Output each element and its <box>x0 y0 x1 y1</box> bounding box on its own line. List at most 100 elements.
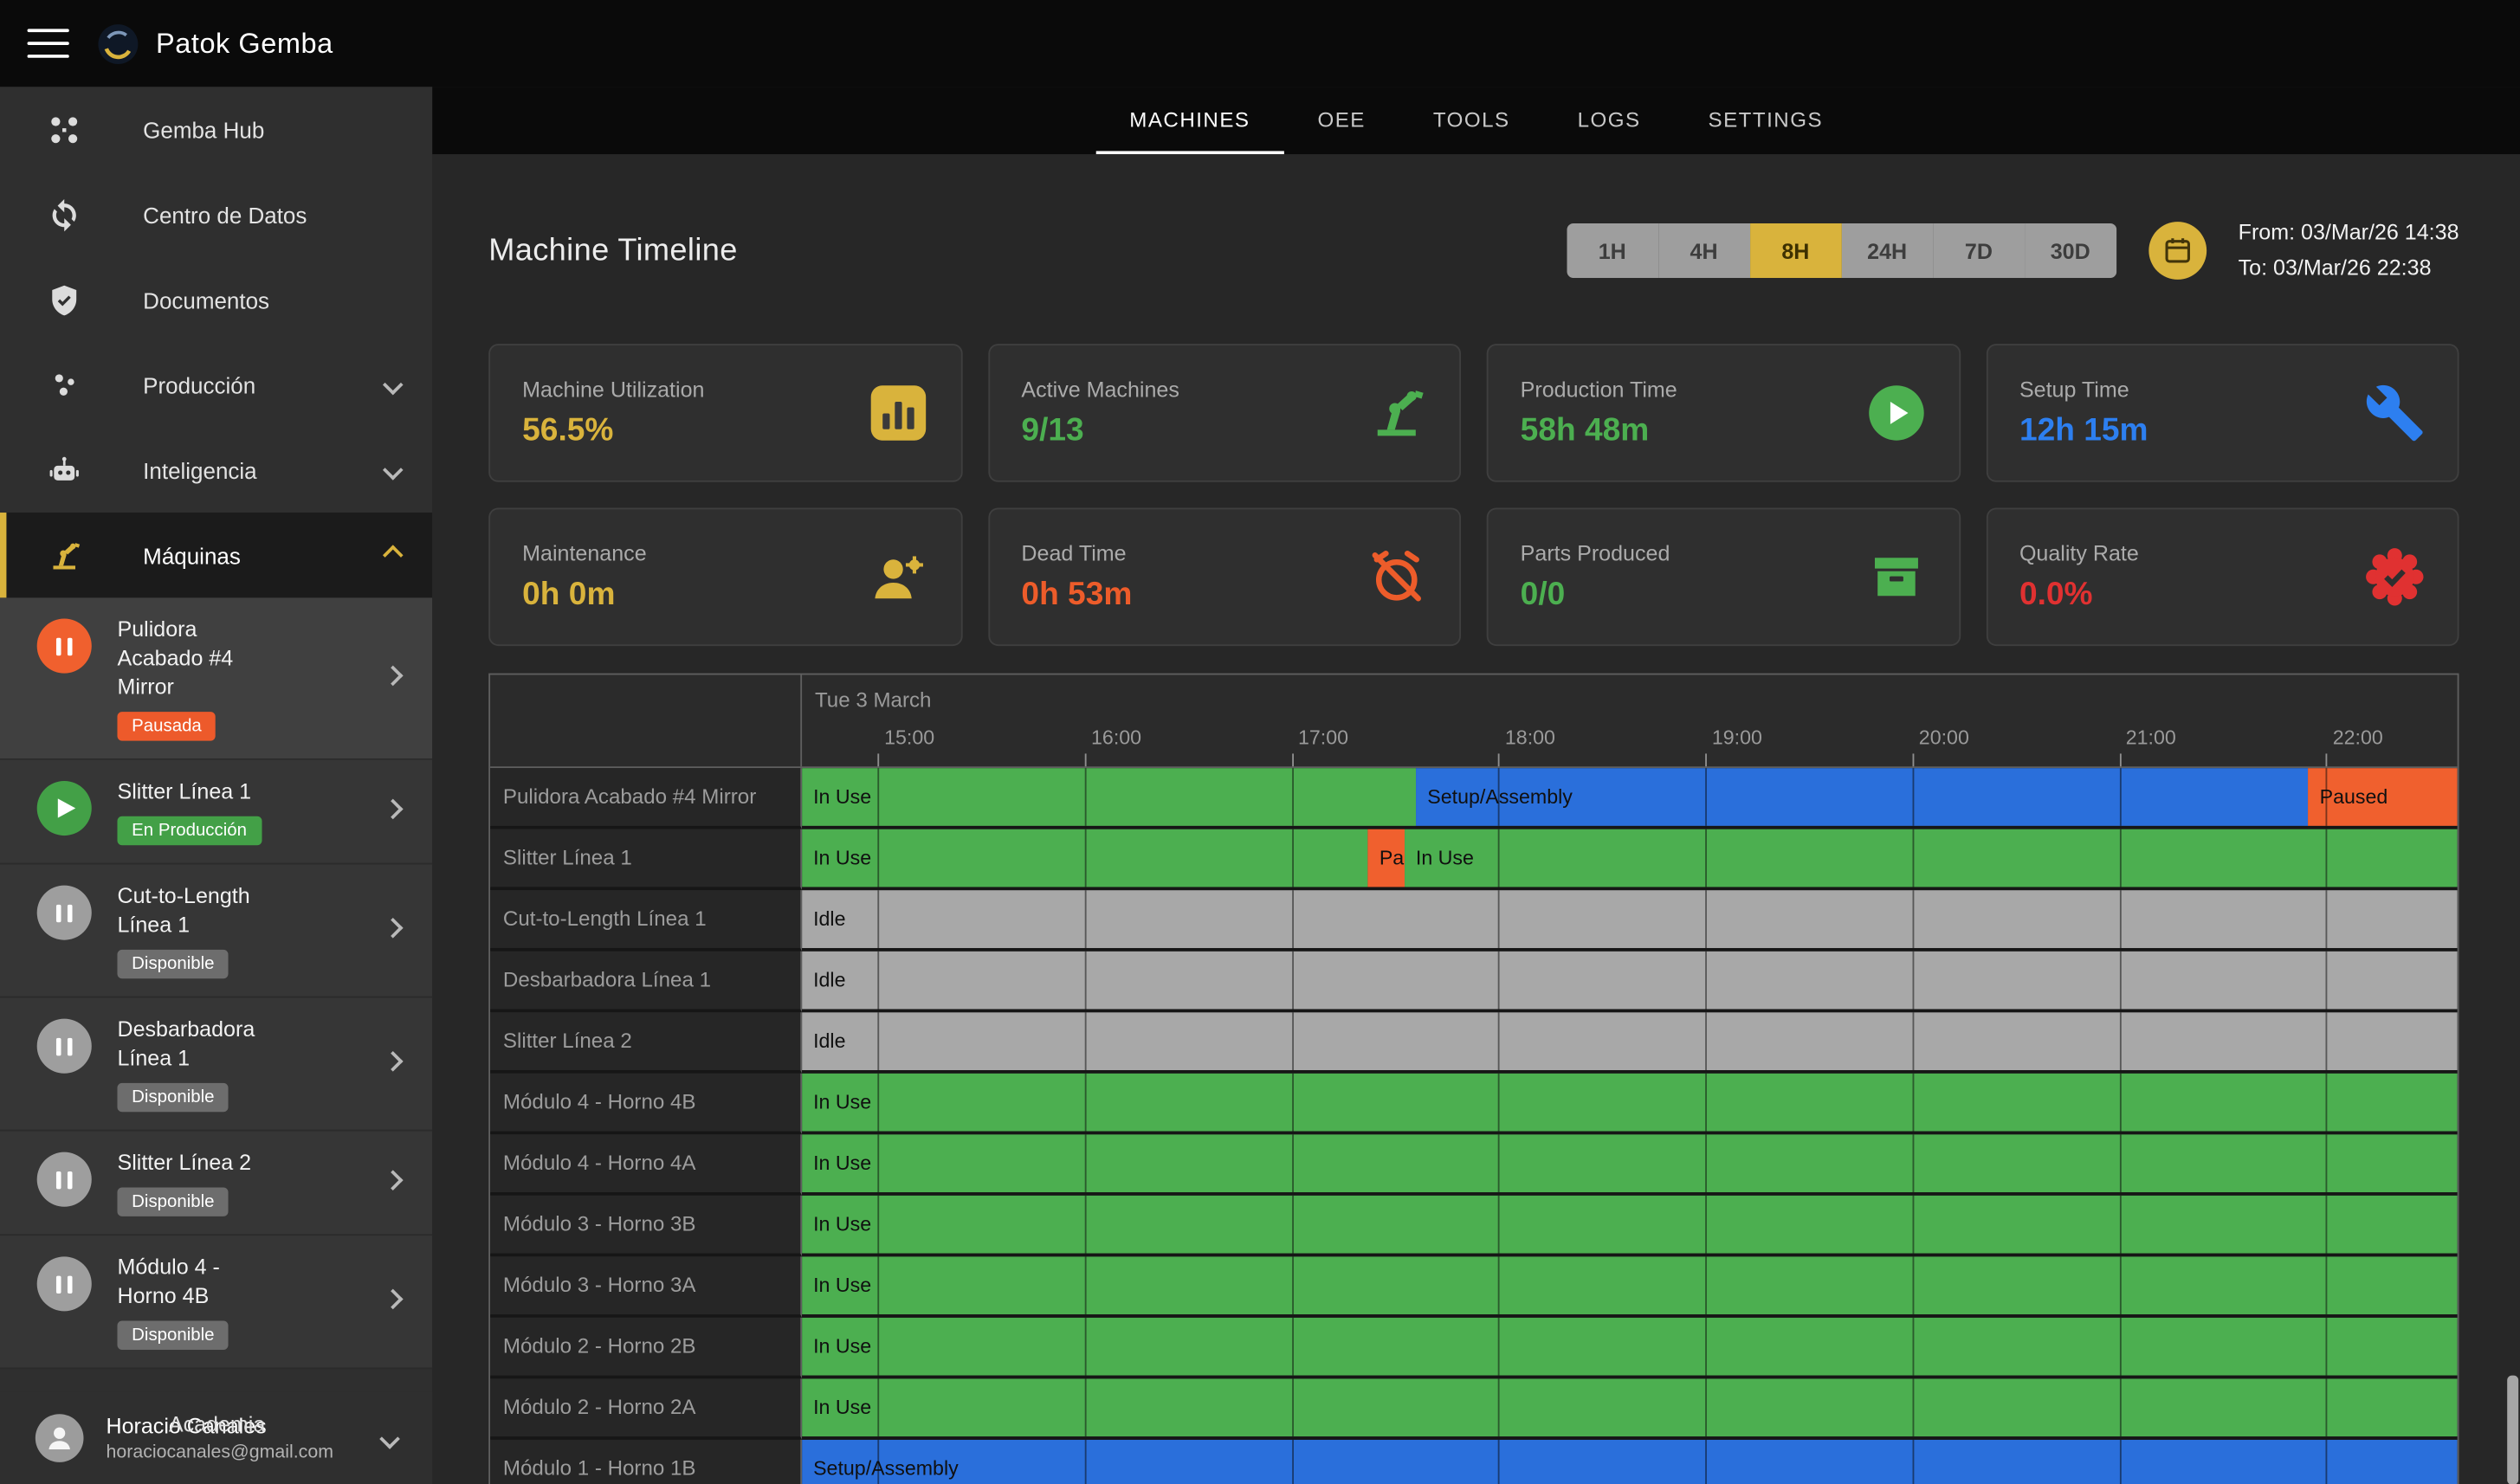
tab-settings[interactable]: SETTINGS <box>1675 87 1857 154</box>
range-button-8h[interactable]: 8H <box>1749 223 1841 278</box>
segment-paused[interactable]: Paused <box>2309 768 2458 826</box>
segment-idle[interactable]: Idle <box>802 952 2458 1010</box>
segment-label: Idle <box>802 952 2458 1010</box>
pause-circle-icon <box>37 1256 92 1311</box>
kpi-text: Machine Utilization56.5% <box>522 377 704 449</box>
robot-arm-icon <box>1367 383 1428 444</box>
kpi-label: Quality Rate <box>2019 541 2139 565</box>
robot-icon <box>47 452 82 487</box>
user-menu[interactable]: Horacio Canales horaciocanales@gmail.com <box>0 1391 432 1484</box>
machine-item-desbarbadora-l-nea-1[interactable]: Desbarbadora Línea 1Disponible <box>0 998 432 1132</box>
robot-arm-icon <box>47 538 82 573</box>
sidebar-item-inteligencia[interactable]: Inteligencia <box>0 428 432 513</box>
range-button-4h[interactable]: 4H <box>1658 223 1750 278</box>
timeline-row-track: In UseSetup/AssemblyPaused <box>802 768 2458 829</box>
segment-in_use[interactable]: In Use <box>802 768 1416 826</box>
calendar-button[interactable] <box>2148 222 2207 280</box>
timeline-row: Módulo 2 - Horno 2AIn Use <box>490 1378 2458 1440</box>
segment-idle[interactable]: Idle <box>802 1012 2458 1070</box>
segment-in_use[interactable]: In Use <box>802 1318 2458 1376</box>
range-from: From: 03/Mar/26 14:38 <box>2239 216 2459 251</box>
play-circle-icon <box>37 781 92 836</box>
kpi-value: 0h 53m <box>1021 576 1132 613</box>
segment-label: In Use <box>1405 829 2458 887</box>
kpi-value: 0h 0m <box>522 576 646 613</box>
range-button-1h[interactable]: 1H <box>1567 223 1658 278</box>
timeline-row-track: In UsePausedIn Use <box>802 829 2458 891</box>
sidebar: Gemba Hub Centro de DatosDocumentosProduc… <box>0 87 432 1484</box>
machine-name: Slitter Línea 2 <box>117 1149 284 1178</box>
machine-item-m-dulo-4-horno-4b[interactable]: Módulo 4 - Horno 4B Disponible <box>0 1236 432 1369</box>
machine-name: Módulo 4 - Horno 4B <box>117 1254 284 1312</box>
machine-item-slitter-l-nea-1[interactable]: Slitter Línea 1En Producción <box>0 760 432 865</box>
segment-in_use[interactable]: In Use <box>802 1134 2458 1192</box>
range-button-24h[interactable]: 24H <box>1841 223 1933 278</box>
tab-logs[interactable]: LOGS <box>1544 87 1675 154</box>
range-button-30d[interactable]: 30D <box>2025 223 2116 278</box>
menu-icon[interactable] <box>28 29 69 59</box>
tab-machines[interactable]: MACHINES <box>1095 87 1283 154</box>
machine-item-cut-to-length-l-nea-1[interactable]: Cut-to-Length Línea 1 Disponible <box>0 864 432 997</box>
sidebar-item-documentos[interactable]: Documentos <box>0 257 432 342</box>
play-circle-icon <box>1865 383 1927 444</box>
sidebar-nav: Gemba Hub Centro de DatosDocumentosProduc… <box>0 87 432 597</box>
segment-idle[interactable]: Idle <box>802 890 2458 948</box>
timeline-axis: Tue 3 March 15:0016:0017:0018:0019:0020:… <box>802 674 2458 766</box>
segment-in_use[interactable]: In Use <box>802 1196 2458 1254</box>
segment-paused[interactable]: Paused <box>1368 829 1405 887</box>
timeline-row-label: Módulo 4 - Horno 4B <box>490 1074 802 1135</box>
sidebar-item-producci-n[interactable]: Producción <box>0 342 432 427</box>
machine-info: Pulidora Acabado #4 MirrorPausada <box>117 616 284 741</box>
scrollbar-thumb[interactable] <box>2507 1376 2518 1484</box>
axis-hour-label: 15:00 <box>878 726 934 749</box>
segment-setup[interactable]: Setup/Assembly <box>802 1440 2458 1484</box>
sidebar-item-m-quinas[interactable]: Máquinas <box>0 513 432 597</box>
kpi-card-machine-utilization: Machine Utilization56.5% <box>488 344 962 482</box>
segment-label: Paused <box>1368 829 1405 887</box>
timeline-row-track: Setup/Assembly <box>802 1440 2458 1484</box>
tab-oee[interactable]: OEE <box>1283 87 1399 154</box>
chevron-up-icon <box>383 545 404 565</box>
pause-circle-icon <box>37 886 92 940</box>
kpi-text: Quality Rate0.0% <box>2019 541 2139 614</box>
kpi-value: 12h 15m <box>2019 412 2148 449</box>
tab-tools[interactable]: TOOLS <box>1399 87 1544 154</box>
kpi-card-dead-time: Dead Time0h 53m <box>987 507 1461 646</box>
machine-item-slitter-l-nea-2[interactable]: Slitter Línea 2Disponible <box>0 1132 432 1236</box>
range-button-7d[interactable]: 7D <box>1933 223 2025 278</box>
machine-name: Cut-to-Length Línea 1 <box>117 882 284 940</box>
machine-item-pulidora-acabado-4-mirror[interactable]: Pulidora Acabado #4 MirrorPausada <box>0 597 432 759</box>
segment-in_use[interactable]: In Use <box>1405 829 2458 887</box>
sync-icon <box>47 197 82 232</box>
segment-label: In Use <box>802 1318 2458 1376</box>
timeline-row: Cut-to-Length Línea 1Idle <box>490 890 2458 952</box>
status-badge: Disponible <box>117 950 229 978</box>
kpi-value: 58h 48m <box>1521 412 1677 449</box>
kpi-text: Maintenance0h 0m <box>522 541 646 614</box>
axis-tick <box>2119 753 2121 766</box>
machine-name: Slitter Línea 1 <box>117 777 284 806</box>
app-logo-icon <box>96 22 139 65</box>
kpi-label: Parts Produced <box>1521 541 1670 565</box>
sidebar-item-label: Inteligencia <box>143 457 256 483</box>
sidebar-item-gemba-hub[interactable]: Gemba Hub <box>0 87 432 171</box>
segment-label: In Use <box>802 829 1368 887</box>
sidebar-item-academia[interactable]: Academia <box>169 1412 265 1436</box>
chevron-right-icon <box>383 799 404 820</box>
segment-in_use[interactable]: In Use <box>802 1074 2458 1132</box>
segment-in_use[interactable]: In Use <box>802 829 1368 887</box>
segment-setup[interactable]: Setup/Assembly <box>1416 768 2308 826</box>
timeline-row-track: In Use <box>802 1256 2458 1318</box>
timeline-row: Módulo 3 - Horno 3AIn Use <box>490 1256 2458 1318</box>
time-range-group: 1H4H8H24H7D30D <box>1567 223 2116 278</box>
machine-info: Slitter Línea 2Disponible <box>117 1149 284 1216</box>
segment-in_use[interactable]: In Use <box>802 1256 2458 1314</box>
timeline-row: Módulo 1 - Horno 1BSetup/Assembly <box>490 1440 2458 1484</box>
status-badge: Disponible <box>117 1321 229 1350</box>
machine-info: Cut-to-Length Línea 1 Disponible <box>117 882 284 978</box>
timeline-row: Desbarbadora Línea 1Idle <box>490 952 2458 1013</box>
timeline-row-label: Módulo 3 - Horno 3B <box>490 1196 802 1257</box>
sidebar-item-label: Gemba Hub <box>143 117 264 143</box>
segment-in_use[interactable]: In Use <box>802 1378 2458 1436</box>
sidebar-item-centro-de-datos[interactable]: Centro de Datos <box>0 172 432 257</box>
